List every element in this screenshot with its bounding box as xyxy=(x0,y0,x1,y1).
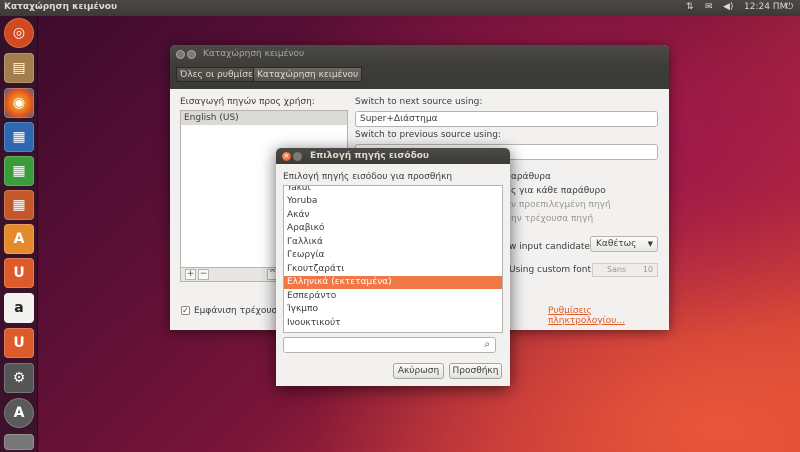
list-item[interactable]: Εσπεράντο xyxy=(284,290,502,303)
custom-font-label: Using custom font: xyxy=(509,265,594,275)
option-default-source-label: ν προεπιλεγμένη πηγή xyxy=(511,200,611,210)
ubuntu-one-icon[interactable]: U xyxy=(4,258,34,288)
launcher: ◎ ▤ ◉ ▦ ▦ ▦ A U a U ⚙ A xyxy=(0,16,38,452)
show-current-checkbox[interactable]: ✓ xyxy=(181,306,190,315)
list-item[interactable]: English (US) xyxy=(181,111,347,125)
firefox-icon[interactable]: ◉ xyxy=(4,88,34,118)
cancel-button[interactable]: Ακύρωση xyxy=(393,363,444,379)
font-name: Sans xyxy=(607,265,627,274)
minimize-icon[interactable] xyxy=(293,152,302,161)
impress-icon[interactable]: ▦ xyxy=(4,190,34,220)
clock[interactable]: 12:24 ΠΜ xyxy=(744,2,787,12)
switch-next-label: Switch to next source using: xyxy=(355,97,483,107)
font-size: 10 xyxy=(642,265,653,274)
files-icon[interactable]: ▤ xyxy=(4,53,34,83)
writer-icon[interactable]: ▦ xyxy=(4,122,34,152)
candidates-combo[interactable]: Καθέτως ▼ xyxy=(590,236,658,252)
amazon-icon[interactable]: a xyxy=(4,293,34,323)
select-input-source-dialog: × Επιλογή πηγής εισόδου Επιλογή πηγής ει… xyxy=(276,148,510,386)
list-item[interactable]: Ακάν xyxy=(284,209,502,222)
active-app-title: Καταχώρηση κειμένου xyxy=(4,2,118,12)
search-icon: ⌕ xyxy=(484,339,490,350)
minimize-icon[interactable] xyxy=(187,50,196,59)
list-item[interactable]: Yoruba xyxy=(284,195,502,208)
list-item[interactable]: Γαλλικά xyxy=(284,236,502,249)
power-icon[interactable]: ⏻ xyxy=(786,2,793,12)
list-item[interactable]: Γκουτζαράτι xyxy=(284,263,502,276)
software-center-icon[interactable]: A xyxy=(4,224,34,254)
breadcrumb-text-entry[interactable]: Καταχώρηση κειμένου xyxy=(253,67,363,82)
close-icon[interactable]: × xyxy=(282,152,291,161)
window-title: Καταχώρηση κειμένου xyxy=(203,49,305,59)
list-item[interactable]: Yakut xyxy=(284,186,502,195)
option-window-label: αράθυρα xyxy=(511,172,551,182)
search-input[interactable]: ⌕ xyxy=(283,337,496,353)
volume-icon[interactable]: ◀) xyxy=(723,2,733,12)
dash-icon[interactable]: ◎ xyxy=(4,18,34,48)
sources-label: Εισαγωγή πηγών προς χρήση: xyxy=(180,97,315,107)
close-icon[interactable] xyxy=(176,50,185,59)
dialog-prompt: Επιλογή πηγής εισόδου για προσθήκη xyxy=(283,172,453,182)
calc-icon[interactable]: ▦ xyxy=(4,156,34,186)
list-item[interactable]: Γεωργία xyxy=(284,249,502,262)
list-item[interactable]: Ίγκμπο xyxy=(284,303,502,316)
add-source-button[interactable]: + xyxy=(185,269,196,280)
mail-icon[interactable]: ✉ xyxy=(705,2,713,12)
font-button[interactable]: Sans 10 xyxy=(592,263,658,277)
option-each-window-label: ς για κάθε παράθυρο xyxy=(511,186,606,196)
ubuntu-one-music-icon[interactable]: U xyxy=(4,328,34,358)
workspace-switcher-icon[interactable] xyxy=(4,434,34,450)
add-button[interactable]: Προσθήκη xyxy=(449,363,502,379)
dialog-titlebar: × Επιλογή πηγής εισόδου xyxy=(276,148,510,164)
switch-prev-label: Switch to previous source using: xyxy=(355,130,501,140)
list-item[interactable]: Αραβικό xyxy=(284,222,502,235)
dialog-title: Επιλογή πηγής εισόδου xyxy=(310,151,430,161)
window-titlebar: Καταχώρηση κειμένου xyxy=(170,45,669,65)
chevron-down-icon: ▼ xyxy=(647,240,653,248)
switch-next-field[interactable]: Super+Διάστημα xyxy=(355,111,658,127)
update-manager-icon[interactable]: A xyxy=(4,398,34,428)
list-item[interactable]: Ινουκτικούτ xyxy=(284,317,502,330)
language-list[interactable]: Yakut Yoruba Ακάν Αραβικό Γαλλικά Γεωργί… xyxy=(283,185,503,333)
network-icon[interactable]: ⇅ xyxy=(686,2,694,12)
system-settings-icon[interactable]: ⚙ xyxy=(4,363,34,393)
keyboard-settings-link[interactable]: Ρυθμίσεις πληκτρολογίου... xyxy=(548,306,669,326)
option-current-source-label: ην τρέχουσα πηγή xyxy=(511,214,594,224)
show-current-label: Εμφάνιση τρέχουσα xyxy=(194,306,284,316)
list-item-selected[interactable]: Ελληνικά (εκτεταμένα) xyxy=(284,276,502,289)
candidates-label: w input candidates: xyxy=(509,242,598,252)
candidates-value: Καθέτως xyxy=(596,239,637,249)
breadcrumb: Όλες οι ρυθμίσεις Καταχώρηση κειμένου xyxy=(170,65,669,89)
remove-source-button[interactable]: − xyxy=(198,269,209,280)
top-panel: Καταχώρηση κειμένου ⇅ ✉ ◀) 12:24 ΠΜ ⏻ xyxy=(0,0,800,16)
breadcrumb-all-settings[interactable]: Όλες οι ρυθμίσεις xyxy=(176,67,266,82)
